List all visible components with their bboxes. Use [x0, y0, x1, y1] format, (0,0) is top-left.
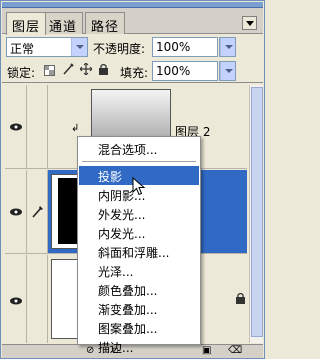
- lock-all-icon[interactable]: [98, 63, 109, 78]
- menu-item-bevel-emboss[interactable]: 斜面和浮雕...: [79, 242, 199, 261]
- menu-item-satin[interactable]: 光泽...: [79, 261, 199, 280]
- tab-channels[interactable]: 通道: [43, 12, 84, 35]
- lock-transparent-pixels-icon[interactable]: [44, 65, 55, 76]
- tab-paths[interactable]: 路径: [85, 12, 126, 35]
- visibility-toggle[interactable]: [5, 255, 27, 343]
- layer-style-menu: 混合选项... 投影 内阴影... 外发光... 内发光... 斜面和浮雕...…: [77, 136, 201, 355]
- link-cell[interactable]: [27, 170, 48, 253]
- opacity-dropdown[interactable]: [219, 37, 236, 57]
- eye-icon[interactable]: [10, 123, 22, 131]
- panel-menu-button[interactable]: [242, 16, 257, 30]
- chevron-down-icon[interactable]: [220, 38, 235, 56]
- menu-item-blending-options[interactable]: 混合选项...: [79, 139, 199, 158]
- blend-opacity-row: 正常 不透明度: 100%: [2, 35, 263, 59]
- opacity-value: 100%: [156, 40, 191, 54]
- scrollbar-thumb[interactable]: [251, 87, 263, 337]
- visibility-toggle[interactable]: [5, 170, 27, 253]
- visibility-toggle[interactable]: [5, 85, 27, 168]
- lock-label: 锁定:: [7, 66, 36, 80]
- menu-item-pattern-overlay[interactable]: 图案叠加...: [79, 318, 199, 337]
- brush-icon: [32, 206, 43, 218]
- lock-position-icon[interactable]: [79, 62, 93, 78]
- blend-mode-select[interactable]: 正常: [6, 37, 88, 57]
- chevron-down-icon[interactable]: [71, 38, 87, 56]
- layers-panel: 图层 通道 路径 正常 不透明度: 100% 锁定: 填充: 100% ↲ 图层…: [0, 0, 265, 359]
- menu-item-stroke[interactable]: 描边...: [79, 337, 199, 355]
- eye-icon[interactable]: [10, 208, 22, 216]
- fill-dropdown[interactable]: [219, 61, 236, 81]
- layers-scrollbar[interactable]: [249, 85, 263, 343]
- opacity-input[interactable]: 100%: [152, 37, 218, 57]
- menu-item-outer-glow[interactable]: 外发光...: [79, 204, 199, 223]
- lock-fill-row: 锁定: 填充: 100%: [2, 59, 263, 83]
- delete-layer-icon[interactable]: ⌫: [228, 345, 242, 356]
- menu-item-gradient-overlay[interactable]: 渐变叠加...: [79, 299, 199, 318]
- fill-label: 填充:: [120, 66, 149, 80]
- tab-layers[interactable]: 图层: [6, 12, 47, 35]
- panel-tabs: 图层 通道 路径: [2, 8, 263, 35]
- link-cell[interactable]: [27, 255, 48, 343]
- menu-item-color-overlay[interactable]: 颜色叠加...: [79, 280, 199, 299]
- blend-mode-value: 正常: [10, 42, 35, 56]
- mouse-cursor-icon: [132, 177, 146, 196]
- link-layers-icon[interactable]: ⊘: [86, 345, 94, 356]
- lock-icon: [236, 293, 245, 304]
- clip-arrow-icon: ↲: [71, 123, 80, 134]
- eye-icon[interactable]: [10, 297, 22, 305]
- opacity-label: 不透明度:: [93, 42, 146, 56]
- fill-value: 100%: [156, 64, 191, 78]
- fill-input[interactable]: 100%: [152, 61, 218, 81]
- menu-item-inner-glow[interactable]: 内发光...: [79, 223, 199, 242]
- menu-separator: [82, 161, 196, 162]
- link-cell[interactable]: [27, 85, 48, 168]
- new-layer-icon[interactable]: ▣: [202, 345, 211, 356]
- lock-image-pixels-icon[interactable]: [62, 63, 74, 78]
- chevron-down-icon[interactable]: [220, 62, 235, 80]
